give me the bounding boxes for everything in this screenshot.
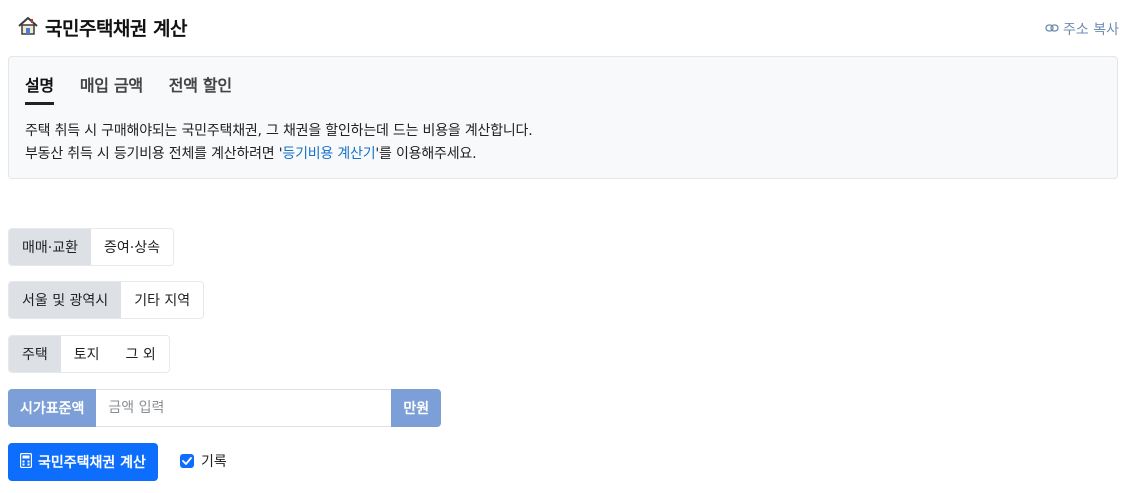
page-title: 국민주택채권 계산 xyxy=(17,14,187,41)
record-label: 기록 xyxy=(201,454,227,470)
option-sale-exchange[interactable]: 매매·교환 xyxy=(9,229,91,265)
option-house[interactable]: 주택 xyxy=(9,336,61,372)
calculate-button-label: 국민주택채권 계산 xyxy=(38,455,146,471)
option-land[interactable]: 토지 xyxy=(60,336,113,372)
option-seoul-metropolitan[interactable]: 서울 및 광역시 xyxy=(9,282,122,318)
record-option: 기록 xyxy=(180,451,227,471)
amount-unit-label: 만원 xyxy=(391,389,442,427)
transaction-type-group: 매매·교환 증여·상속 xyxy=(8,228,174,266)
amount-input[interactable] xyxy=(96,389,392,427)
copy-url-link[interactable]: 주소 복사 xyxy=(1045,19,1119,39)
property-type-group: 주택 토지 그 외 xyxy=(8,335,170,373)
house-icon xyxy=(17,15,39,41)
checkmark-icon xyxy=(182,457,192,465)
option-other[interactable]: 그 외 xyxy=(112,336,169,372)
record-checkbox[interactable] xyxy=(180,454,194,468)
amount-prefix-label: 시가표준액 xyxy=(8,389,97,427)
page-header: 국민주택채권 계산 주소 복사 xyxy=(17,14,1119,42)
page-title-text: 국민주택채권 계산 xyxy=(45,18,187,40)
info-tabs: 설명 매입 금액 전액 할인 xyxy=(25,72,232,105)
option-other-region[interactable]: 기타 지역 xyxy=(121,282,204,318)
calculate-button[interactable]: 국민주택채권 계산 xyxy=(8,443,158,481)
description-line-2: 부동산 취득 시 등기비용 전체를 계산하려면 '등기비용 계산기'를 이용해주… xyxy=(25,143,532,166)
copy-url-label: 주소 복사 xyxy=(1063,22,1119,38)
description-line-1: 주택 취득 시 구매해야되는 국민주택채권, 그 채권을 할인하는데 드는 비용… xyxy=(25,123,533,139)
info-card: 설명 매입 금액 전액 할인 주택 취득 시 구매해야되는 국민주택채권, 그 … xyxy=(8,56,1118,179)
amount-input-group: 시가표준액 만원 xyxy=(8,389,442,427)
option-gift-inheritance[interactable]: 증여·상속 xyxy=(90,229,173,265)
region-group: 서울 및 광역시 기타 지역 xyxy=(8,281,205,319)
description-text: 주택 취득 시 구매해야되는 국민주택채권, 그 채권을 할인하는데 드는 비용… xyxy=(25,120,533,166)
tab-purchase-amount[interactable]: 매입 금액 xyxy=(80,72,143,105)
registration-cost-calculator-link[interactable]: 등기비용 계산기 xyxy=(282,146,375,162)
description-line-2-suffix: '를 이용해주세요. xyxy=(375,146,477,162)
tab-description[interactable]: 설명 xyxy=(25,72,54,105)
link-icon xyxy=(1045,21,1059,37)
tab-full-discount[interactable]: 전액 할인 xyxy=(169,72,232,105)
description-line-2-prefix: 부동산 취득 시 등기비용 전체를 계산하려면 ' xyxy=(25,146,283,162)
calculator-icon xyxy=(19,452,33,472)
